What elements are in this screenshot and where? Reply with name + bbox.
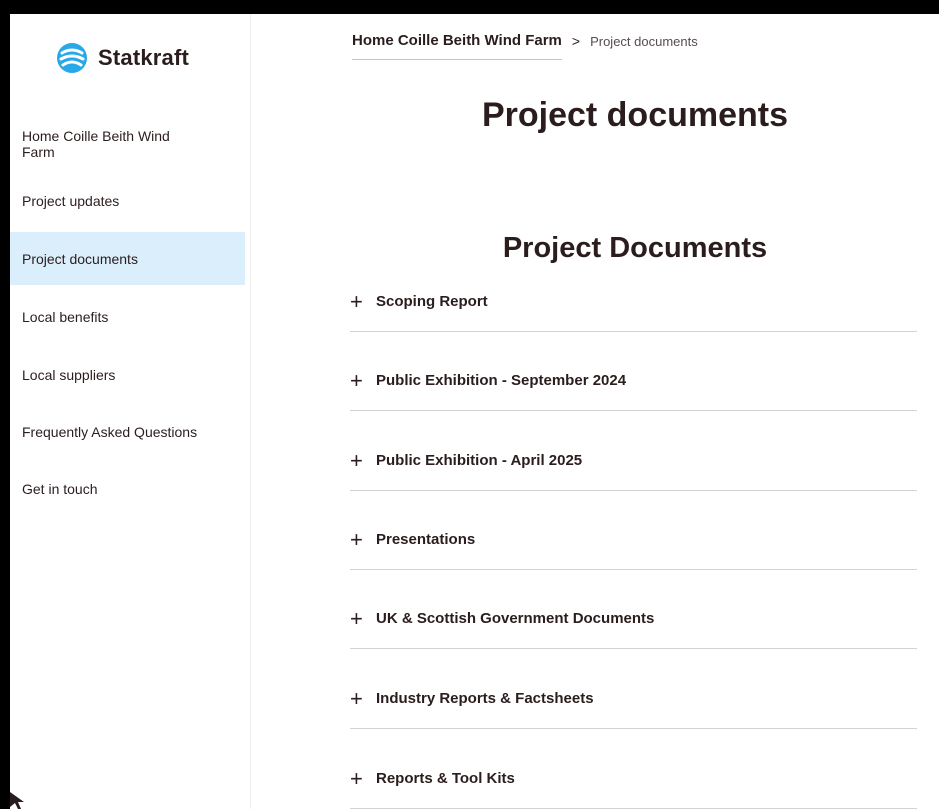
accordion-item-label: Industry Reports & Factsheets xyxy=(376,690,594,707)
sidebar-item-get-in-touch[interactable]: Get in touch xyxy=(10,472,245,506)
sidebar-item-label: Home Coille Beith Wind Farm xyxy=(22,128,170,160)
sidebar-item-label: Local benefits xyxy=(22,309,109,325)
plus-icon: + xyxy=(350,368,363,393)
plus-icon: + xyxy=(350,606,363,631)
plus-icon: + xyxy=(350,766,363,791)
sidebar-item-label: Frequently Asked Questions xyxy=(22,424,198,440)
accordion-item-label: Scoping Report xyxy=(376,293,488,310)
page-title: Project documents xyxy=(481,96,789,134)
plus-icon: + xyxy=(350,448,363,473)
main-content: Home Coille Beith Wind Farm > Project do… xyxy=(250,14,939,809)
cursor-arrow-icon xyxy=(10,792,24,809)
breadcrumb-current: Project documents xyxy=(590,33,698,49)
accordion-item-label: UK & Scottish Government Documents xyxy=(376,610,655,627)
sidebar-item-label: Project updates xyxy=(22,193,120,209)
sidebar: Statkraft Home Coille Beith Wind Farm Pr… xyxy=(10,14,251,809)
accordion-item-public-exhibition-sep-2024[interactable]: + Public Exhibition - September 2024 xyxy=(350,368,917,411)
plus-icon: + xyxy=(350,289,363,314)
breadcrumb: Home Coille Beith Wind Farm > Project do… xyxy=(352,32,698,60)
accordion-item-scoping-report[interactable]: + Scoping Report xyxy=(350,289,917,332)
page-frame: Statkraft Home Coille Beith Wind Farm Pr… xyxy=(10,14,939,809)
section-title: Project Documents xyxy=(502,232,768,264)
sidebar-item-home[interactable]: Home Coille Beith Wind Farm xyxy=(10,127,245,161)
accordion-item-label: Reports & Tool Kits xyxy=(376,770,515,787)
sidebar-item-label: Get in touch xyxy=(22,481,98,497)
accordion-item-public-exhibition-apr-2025[interactable]: + Public Exhibition - April 2025 xyxy=(350,448,917,491)
accordion-item-label: Public Exhibition - September 2024 xyxy=(376,372,627,389)
sidebar-item-project-updates[interactable]: Project updates xyxy=(10,184,245,218)
sidebar-item-label: Project documents xyxy=(22,250,138,267)
accordion-item-industry-reports[interactable]: + Industry Reports & Factsheets xyxy=(350,686,917,729)
sidebar-item-label: Local suppliers xyxy=(22,367,116,383)
statkraft-logo-icon xyxy=(57,43,87,73)
sidebar-item-faq[interactable]: Frequently Asked Questions xyxy=(10,414,245,450)
sidebar-item-project-documents[interactable]: Project documents xyxy=(10,232,245,285)
brand-logo[interactable]: Statkraft xyxy=(56,42,189,74)
accordion-item-reports-tool-kits[interactable]: + Reports & Tool Kits xyxy=(350,766,917,809)
breadcrumb-separator: > xyxy=(571,33,581,49)
accordion-item-presentations[interactable]: + Presentations xyxy=(350,527,917,570)
accordion-item-label: Public Exhibition - April 2025 xyxy=(376,452,583,469)
accordion-item-label: Presentations xyxy=(376,531,476,548)
plus-icon: + xyxy=(350,527,363,552)
breadcrumb-home-link[interactable]: Home Coille Beith Wind Farm xyxy=(352,32,562,60)
plus-icon: + xyxy=(350,686,363,711)
brand-name: Statkraft xyxy=(98,45,190,70)
sidebar-item-local-benefits[interactable]: Local benefits xyxy=(10,300,245,334)
sidebar-item-local-suppliers[interactable]: Local suppliers xyxy=(10,358,245,392)
accordion-item-government-documents[interactable]: + UK & Scottish Government Documents xyxy=(350,606,917,649)
